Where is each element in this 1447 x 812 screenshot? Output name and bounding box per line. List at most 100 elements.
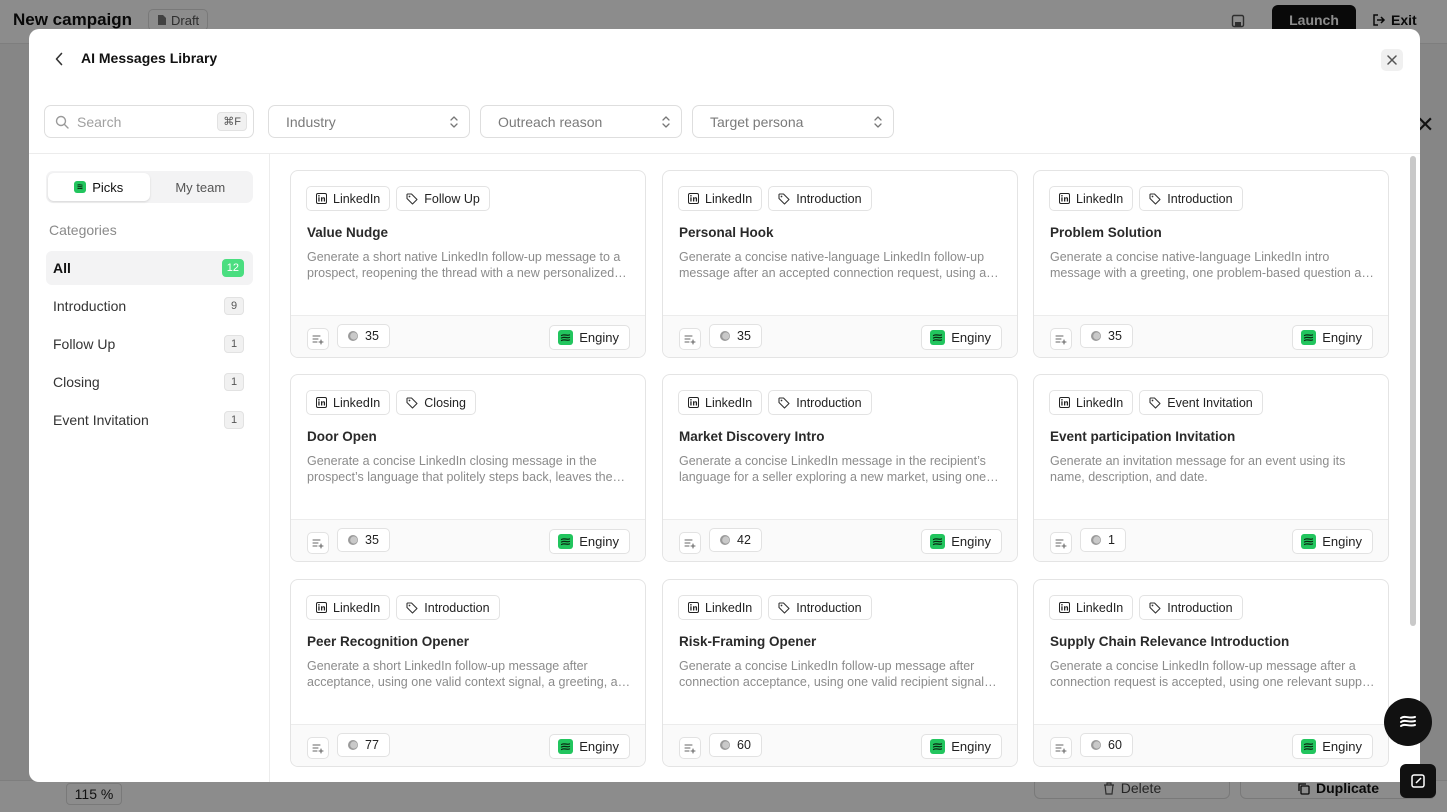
category-item-introduction[interactable]: Introduction 9 (46, 289, 253, 323)
categories-sidebar: Picks My team Categories All 12 Introduc… (29, 154, 270, 782)
my-team-tab[interactable]: My team (150, 173, 252, 201)
add-to-sequence-button[interactable] (1050, 532, 1072, 554)
card-description: Generate a concise native-language Linke… (679, 250, 987, 280)
add-to-sequence-button[interactable] (307, 532, 329, 554)
industry-select[interactable]: Industry (268, 105, 470, 138)
tag-icon (1149, 192, 1161, 205)
card-tags: LinkedIn Introduction (1049, 595, 1243, 620)
card-title: Market Discovery Intro (679, 429, 825, 444)
channel-tag[interactable]: LinkedIn (678, 390, 763, 415)
category-tag[interactable]: Introduction (396, 595, 500, 620)
source-toggle: Picks My team (46, 171, 253, 203)
compose-button[interactable] (1400, 764, 1436, 798)
category-count: 1 (224, 373, 244, 391)
modal-header: AI Messages Library (29, 29, 1420, 89)
card-title: Peer Recognition Opener (307, 634, 470, 649)
channel-label: LinkedIn (1076, 600, 1124, 615)
channel-tag[interactable]: LinkedIn (678, 186, 763, 211)
card-tags: LinkedIn Introduction (306, 595, 500, 620)
back-button[interactable] (49, 49, 69, 69)
scrollbar[interactable] (1410, 156, 1416, 626)
message-card[interactable]: LinkedIn Introduction Market Discovery I… (662, 374, 1018, 562)
card-tags: LinkedIn Introduction (1049, 186, 1243, 211)
card-footer: 77 Enginy (291, 724, 645, 766)
coin-icon (720, 535, 730, 545)
category-tag[interactable]: Introduction (768, 390, 872, 415)
assistant-button[interactable] (1384, 698, 1432, 746)
channel-tag[interactable]: LinkedIn (1049, 390, 1134, 415)
card-description: Generate a concise native-language Linke… (1050, 250, 1376, 280)
add-to-sequence-icon (684, 538, 696, 549)
channel-tag[interactable]: LinkedIn (1049, 595, 1134, 620)
card-tags: LinkedIn Introduction (678, 390, 872, 415)
category-item-all[interactable]: All 12 (46, 251, 253, 285)
enginy-logo-icon (74, 181, 87, 193)
channel-tag[interactable]: LinkedIn (1049, 186, 1134, 211)
add-to-sequence-button[interactable] (1050, 328, 1072, 350)
category-tag[interactable]: Introduction (768, 186, 872, 211)
channel-tag[interactable]: LinkedIn (306, 595, 391, 620)
add-to-sequence-button[interactable] (307, 737, 329, 759)
category-tag[interactable]: Follow Up (396, 186, 490, 211)
enginy-logo-icon (558, 739, 574, 754)
linkedin-icon (1059, 193, 1070, 204)
usage-count: 60 (1080, 733, 1133, 757)
add-to-sequence-button[interactable] (1050, 737, 1072, 759)
channel-label: LinkedIn (333, 395, 381, 410)
filter-row: ⌘F Industry Outreach reason Target perso… (44, 105, 944, 138)
add-to-sequence-button[interactable] (679, 737, 701, 759)
category-count: 1 (224, 335, 244, 353)
message-card[interactable]: LinkedIn Introduction Peer Recognition O… (290, 579, 646, 767)
author-name: Enginy (951, 739, 991, 754)
chevron-left-icon (55, 52, 63, 66)
search-box[interactable]: ⌘F (44, 105, 254, 138)
tag-icon (406, 601, 418, 614)
category-count: 1 (224, 411, 244, 429)
message-card[interactable]: LinkedIn Introduction Personal Hook Gene… (662, 170, 1018, 358)
usage-count-value: 35 (1108, 329, 1122, 343)
target-persona-select-label: Target persona (710, 113, 804, 130)
target-persona-select[interactable]: Target persona (692, 105, 894, 138)
tag-icon (406, 192, 418, 205)
category-tag[interactable]: Introduction (768, 595, 872, 620)
tag-icon (778, 192, 790, 205)
outreach-reason-select[interactable]: Outreach reason (480, 105, 682, 138)
enginy-logo-icon (1301, 330, 1317, 345)
message-card[interactable]: LinkedIn Event Invitation Event particip… (1033, 374, 1389, 562)
picks-tab[interactable]: Picks (48, 173, 150, 201)
message-card[interactable]: LinkedIn Follow Up Value Nudge Generate … (290, 170, 646, 358)
message-card[interactable]: LinkedIn Introduction Problem Solution G… (1033, 170, 1389, 358)
message-card[interactable]: LinkedIn Introduction Risk-Framing Opene… (662, 579, 1018, 767)
author-name: Enginy (579, 534, 619, 549)
category-count: 9 (224, 297, 244, 315)
message-card[interactable]: LinkedIn Introduction Supply Chain Relev… (1033, 579, 1389, 767)
card-description: Generate a concise LinkedIn message in t… (679, 454, 987, 484)
add-to-sequence-button[interactable] (679, 532, 701, 554)
linkedin-icon (688, 193, 699, 204)
card-tags: LinkedIn Follow Up (306, 186, 490, 211)
search-input[interactable] (77, 113, 218, 130)
category-tag[interactable]: Closing (396, 390, 476, 415)
channel-tag[interactable]: LinkedIn (678, 595, 763, 620)
category-tag[interactable]: Event Invitation (1139, 390, 1263, 415)
add-to-sequence-button[interactable] (307, 328, 329, 350)
card-description: Generate a short LinkedIn follow-up mess… (307, 659, 632, 689)
category-tag[interactable]: Introduction (1139, 595, 1243, 620)
card-footer: 35 Enginy (291, 315, 645, 357)
add-to-sequence-icon (1055, 538, 1067, 549)
add-to-sequence-button[interactable] (679, 328, 701, 350)
category-item-event-invitation[interactable]: Event Invitation 1 (46, 403, 253, 437)
close-button[interactable] (1381, 49, 1403, 71)
add-to-sequence-icon (312, 743, 324, 754)
category-tag[interactable]: Introduction (1139, 186, 1243, 211)
category-item-follow-up[interactable]: Follow Up 1 (46, 327, 253, 361)
card-tags: LinkedIn Closing (306, 390, 476, 415)
coin-icon (1091, 331, 1101, 341)
card-tags: LinkedIn Introduction (678, 595, 872, 620)
usage-count-value: 60 (1108, 738, 1122, 752)
category-item-closing[interactable]: Closing 1 (46, 365, 253, 399)
channel-tag[interactable]: LinkedIn (306, 390, 391, 415)
channel-tag[interactable]: LinkedIn (306, 186, 391, 211)
chevron-up-down-icon (662, 115, 670, 128)
message-card[interactable]: LinkedIn Closing Door Open Generate a co… (290, 374, 646, 562)
